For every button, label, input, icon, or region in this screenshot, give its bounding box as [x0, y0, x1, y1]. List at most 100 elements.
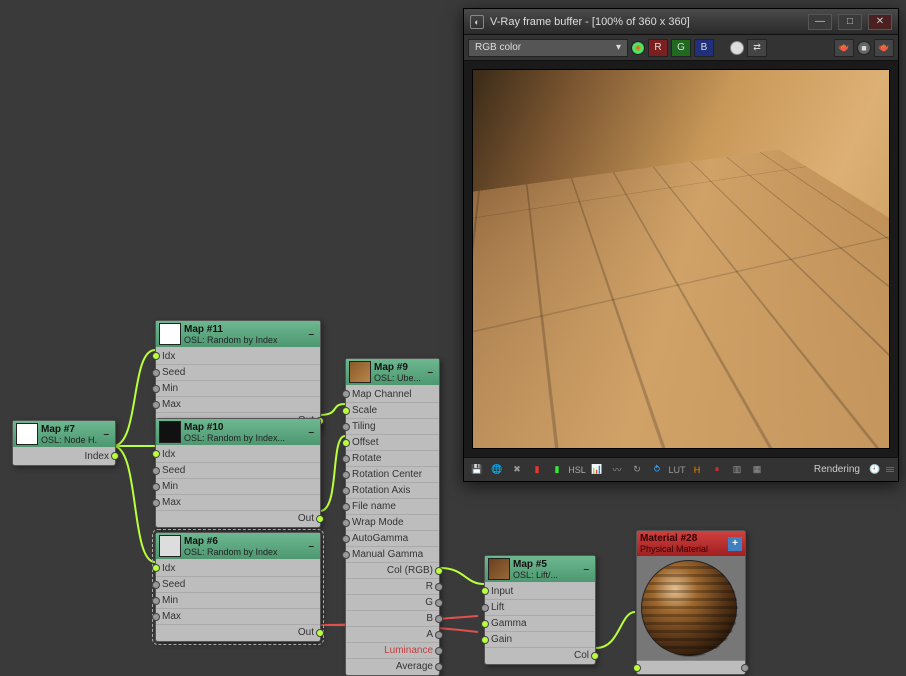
input-socket[interactable]: Max — [156, 396, 320, 412]
output-socket[interactable] — [637, 660, 745, 674]
input-socket[interactable]: Tiling — [346, 418, 439, 434]
close-button[interactable]: ✕ — [868, 14, 892, 30]
collapse-icon[interactable]: – — [305, 427, 317, 438]
output-socket[interactable]: B — [346, 610, 439, 626]
node-map6[interactable]: Map #6 OSL: Random by Index – Idx Seed M… — [155, 532, 321, 642]
node-subtitle: OSL: Random by Index... — [184, 433, 302, 443]
minimize-button[interactable]: — — [808, 14, 832, 30]
globe-icon[interactable]: 🌐 — [488, 462, 506, 478]
resize-grip[interactable] — [886, 467, 894, 472]
input-socket[interactable]: Min — [156, 380, 320, 396]
history-icon[interactable]: 🕘 — [866, 462, 884, 478]
input-socket[interactable]: Idx — [156, 348, 320, 364]
link-icon[interactable]: ⥁ — [648, 462, 666, 478]
input-socket[interactable]: Rotation Center — [346, 466, 439, 482]
stop-button[interactable]: ■ — [857, 41, 871, 55]
maximize-button[interactable]: □ — [838, 14, 862, 30]
node-header[interactable]: Map #11 OSL: Random by Index – — [156, 321, 320, 347]
socket-label: Min — [162, 383, 178, 394]
render-viewport[interactable] — [464, 61, 898, 457]
save-icon[interactable]: 💾 — [468, 462, 486, 478]
node-map7[interactable]: Map #7 OSL: Node H... – Index — [12, 420, 116, 466]
input-socket[interactable]: Idx — [156, 560, 320, 576]
levels-icon[interactable]: 📊 — [588, 462, 606, 478]
channel-dropdown[interactable]: RGB color▾ — [468, 39, 628, 57]
input-socket[interactable]: Scale — [346, 402, 439, 418]
red-channel-button[interactable]: R — [648, 39, 668, 57]
h-icon[interactable]: H — [688, 462, 706, 478]
input-socket[interactable]: Max — [156, 494, 320, 510]
input-socket[interactable]: AutoGamma — [346, 530, 439, 546]
input-socket[interactable]: Min — [156, 592, 320, 608]
input-socket[interactable]: Gamma — [485, 615, 595, 631]
input-socket[interactable]: Rotation Axis — [346, 482, 439, 498]
output-socket[interactable]: Average — [346, 658, 439, 674]
input-socket[interactable]: Input — [485, 583, 595, 599]
clear-icon[interactable]: ✖ — [508, 462, 526, 478]
grid-icon[interactable]: ▦ — [748, 462, 766, 478]
teapot-icon[interactable]: 🫖 — [834, 39, 854, 57]
node-header[interactable]: Map #10 OSL: Random by Index... – — [156, 419, 320, 445]
collapse-icon[interactable]: – — [305, 329, 317, 340]
green-channel-button[interactable]: G — [671, 39, 691, 57]
compare-icon[interactable]: ▥ — [728, 462, 746, 478]
output-socket[interactable]: Luminance — [346, 642, 439, 658]
input-socket[interactable]: Offset — [346, 434, 439, 450]
node-header[interactable]: Material #28 Physical Material + — [637, 531, 745, 556]
node-map5[interactable]: Map #5 OSL: Lift/... – Input Lift Gamma … — [484, 555, 596, 665]
output-socket[interactable]: Index — [13, 448, 115, 464]
node-swatch — [488, 558, 510, 580]
refresh-icon[interactable]: ↻ — [628, 462, 646, 478]
collapse-icon[interactable]: – — [424, 367, 436, 378]
output-socket[interactable]: G — [346, 594, 439, 610]
vfb-statusbar: 💾 🌐 ✖ ▮ ▮ HSL 📊 〰 ↻ ⥁ LUT H ⏸ ▥ ▦ Render… — [464, 457, 898, 481]
input-socket[interactable]: Max — [156, 608, 320, 624]
node-map11[interactable]: Map #11 OSL: Random by Index – Idx Seed … — [155, 320, 321, 430]
collapse-icon[interactable]: – — [305, 541, 317, 552]
input-socket[interactable]: Map Channel — [346, 386, 439, 402]
input-socket[interactable]: Lift — [485, 599, 595, 615]
node-map10[interactable]: Map #10 OSL: Random by Index... – Idx Se… — [155, 418, 321, 528]
node-material[interactable]: Material #28 Physical Material + — [636, 530, 746, 675]
blue-channel-button[interactable]: B — [694, 39, 714, 57]
vray-frame-buffer-window[interactable]: ◐ V-Ray frame buffer - [100% of 360 x 36… — [463, 8, 899, 482]
socket-label: Wrap Mode — [352, 517, 404, 528]
output-socket[interactable]: R — [346, 578, 439, 594]
input-socket[interactable]: Manual Gamma — [346, 546, 439, 562]
hsl-icon[interactable]: HSL — [568, 462, 586, 478]
input-socket[interactable]: Wrap Mode — [346, 514, 439, 530]
output-socket[interactable]: Out — [156, 624, 320, 640]
input-socket[interactable]: Seed — [156, 364, 320, 380]
input-socket[interactable]: File name — [346, 498, 439, 514]
node-header[interactable]: Map #7 OSL: Node H... – — [13, 421, 115, 447]
output-socket[interactable]: A — [346, 626, 439, 642]
swap-button[interactable]: ⇄ — [747, 39, 767, 57]
input-socket[interactable]: Min — [156, 478, 320, 494]
node-header[interactable]: Map #6 OSL: Random by Index – — [156, 533, 320, 559]
node-header[interactable]: Map #9 OSL: Ube... – — [346, 359, 439, 385]
socket-label: Min — [162, 595, 178, 606]
input-socket[interactable]: Idx — [156, 446, 320, 462]
output-socket[interactable]: Col (RGB) — [346, 562, 439, 578]
lut-icon[interactable]: LUT — [668, 462, 686, 478]
output-socket[interactable]: Out — [156, 510, 320, 526]
node-subtitle: OSL: Lift/... — [513, 570, 577, 580]
teapot-render-icon[interactable]: 🫖 — [874, 39, 894, 57]
pause-icon[interactable]: ⏸ — [708, 462, 726, 478]
mono-button[interactable] — [730, 41, 744, 55]
green-bar-icon[interactable]: ▮ — [548, 462, 566, 478]
window-titlebar[interactable]: ◐ V-Ray frame buffer - [100% of 360 x 36… — [464, 9, 898, 35]
input-socket[interactable]: Seed — [156, 576, 320, 592]
input-socket[interactable]: Seed — [156, 462, 320, 478]
node-header[interactable]: Map #5 OSL: Lift/... – — [485, 556, 595, 582]
curves-icon[interactable]: 〰 — [608, 462, 626, 478]
collapse-icon[interactable]: – — [100, 429, 112, 440]
rgb-icon[interactable] — [631, 41, 645, 55]
expand-icon[interactable]: + — [728, 537, 742, 551]
input-socket[interactable]: Rotate — [346, 450, 439, 466]
node-map9[interactable]: Map #9 OSL: Ube... – Map Channel Scale T… — [345, 358, 440, 676]
output-socket[interactable]: Col — [485, 647, 595, 663]
collapse-icon[interactable]: – — [580, 564, 592, 575]
input-socket[interactable]: Gain — [485, 631, 595, 647]
red-bar-icon[interactable]: ▮ — [528, 462, 546, 478]
